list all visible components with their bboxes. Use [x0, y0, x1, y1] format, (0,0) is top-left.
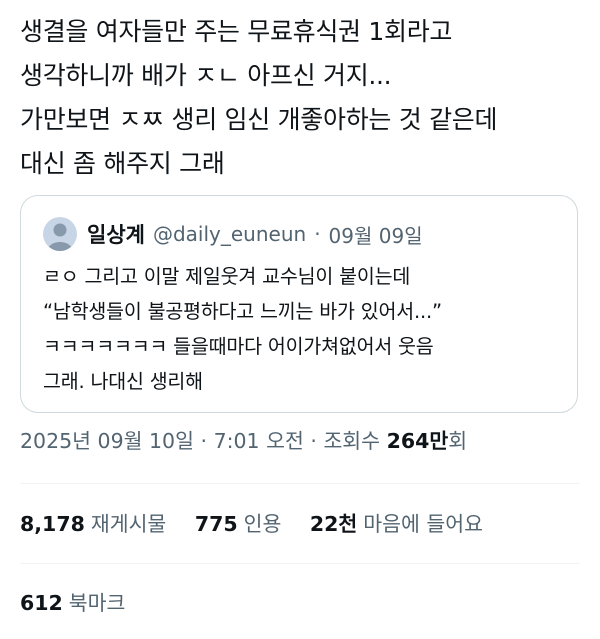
retweets-stat[interactable]: 8,178 재게시물: [20, 507, 166, 537]
quoted-tweet-date[interactable]: 09월 09일: [329, 220, 423, 249]
views-label: 조회수: [323, 429, 381, 453]
quoted-author-handle[interactable]: @daily_euneun: [153, 222, 306, 246]
views-suffix: 회: [448, 429, 468, 453]
retweets-label: 재게시물: [90, 512, 167, 536]
meta-separator: ·: [310, 429, 317, 453]
bookmarks-count: 612: [20, 591, 63, 615]
quoted-tweet-header: 일상계 @daily_euneun · 09월 09일: [43, 216, 423, 252]
likes-stat[interactable]: 22천 마음에 들어요: [310, 507, 483, 537]
default-avatar-icon: [47, 223, 73, 251]
likes-label: 마음에 들어요: [363, 512, 483, 536]
views-count: 264만: [386, 429, 449, 453]
avatar[interactable]: [43, 217, 77, 251]
tweet-timestamp: 2025년 09월 10일 · 7:01 오전 · 조회수 264만회: [20, 424, 467, 454]
divider: [20, 563, 580, 564]
bookmarks-stat[interactable]: 612 북마크: [20, 586, 125, 616]
quotes-label: 인용: [243, 512, 282, 536]
quoted-line: ㅋㅋㅋㅋㅋㅋㅋ 들을때마다 어이가쳐없어서 웃음: [43, 335, 434, 358]
divider: [20, 483, 580, 484]
tweet-line: 생각하니까 배가 ㅈㄴ 아프신 거지...: [20, 61, 392, 90]
tweet-text: 생결을 여자들만 주는 무료휴식권 1회라고 생각하니까 배가 ㅈㄴ 아프신 거…: [20, 10, 585, 186]
bookmarks-label: 북마크: [68, 591, 126, 615]
quoted-line: 그래. 나대신 생리해: [43, 370, 203, 393]
tweet-date[interactable]: 2025년 09월 10일: [20, 429, 194, 453]
quotes-stat[interactable]: 775 인용: [195, 507, 282, 537]
quoted-author-name[interactable]: 일상계: [87, 219, 145, 249]
quoted-tweet-text: ㄹㅇ 그리고 이말 제일웃겨 교수님이 붙이는데 “남학생들이 불공평하다고 느…: [43, 259, 563, 399]
quoted-line: ㄹㅇ 그리고 이말 제일웃겨 교수님이 붙이는데: [43, 265, 411, 288]
quotes-count: 775: [194, 512, 238, 536]
tweet-line: 가만보면 ㅈㅉ 생리 임신 개좋아하는 것 같은데: [20, 105, 498, 134]
likes-count: 22천: [309, 512, 358, 536]
meta-separator: ·: [200, 429, 208, 453]
engagement-stats: 8,178 재게시물 775 인용 22천 마음에 들어요: [20, 507, 505, 537]
quoted-line: “남학생들이 불공평하다고 느끼는 바가 있어서...”: [43, 300, 442, 323]
tweet-line: 대신 좀 해주지 그래: [20, 149, 225, 178]
meta-separator: ·: [314, 222, 321, 246]
tweet-time[interactable]: 7:01 오전: [214, 429, 304, 453]
quoted-tweet-card[interactable]: 일상계 @daily_euneun · 09월 09일 ㄹㅇ 그리고 이말 제일…: [20, 195, 578, 413]
retweets-count: 8,178: [20, 512, 85, 536]
tweet-line: 생결을 여자들만 주는 무료휴식권 1회라고: [20, 17, 453, 46]
